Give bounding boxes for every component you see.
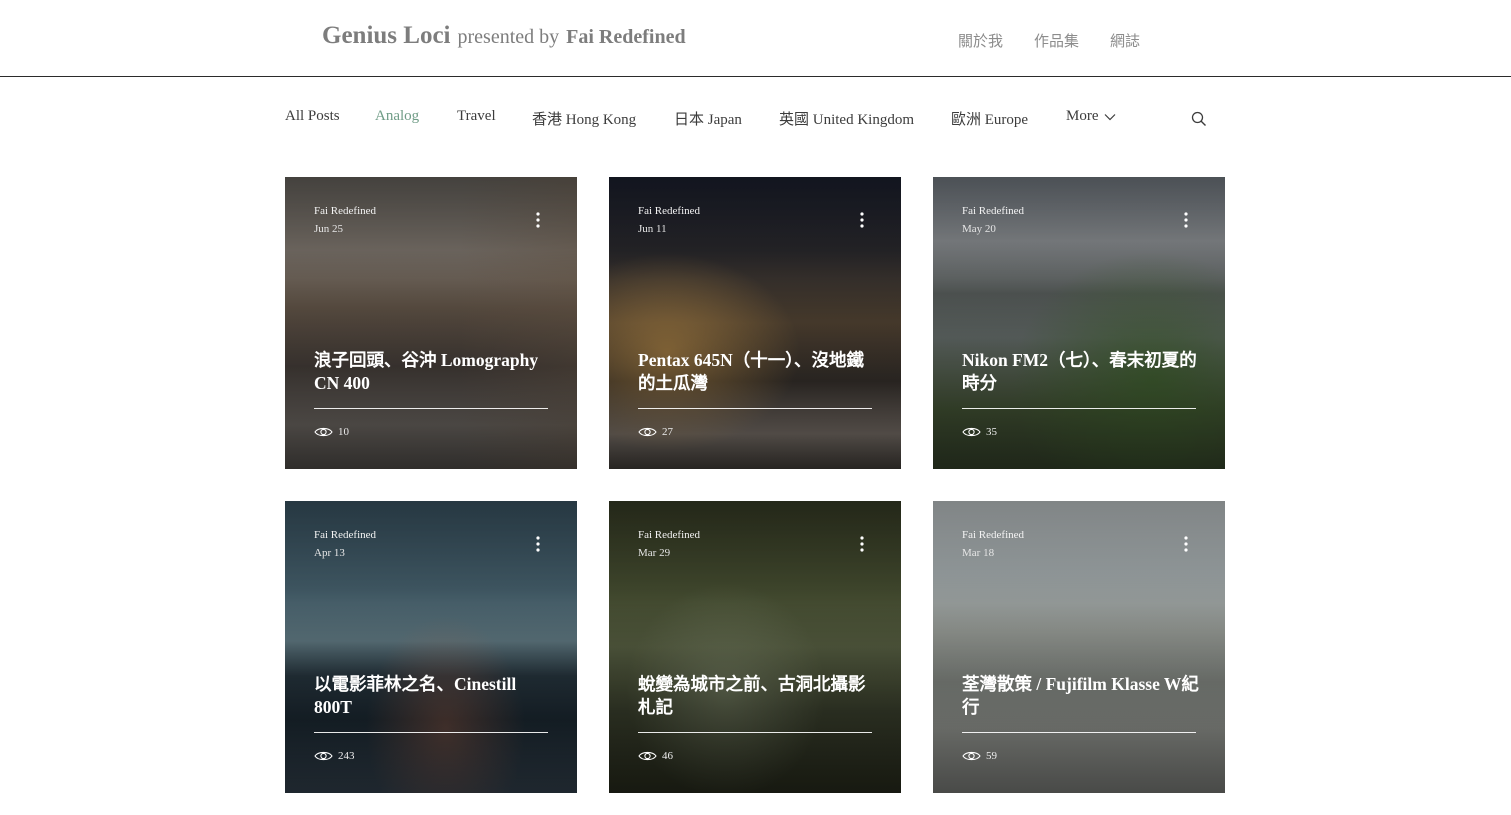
divider [314, 732, 548, 733]
post-title[interactable]: 以電影菲林之名、Cinestill 800T [314, 673, 554, 719]
category-hong-kong[interactable]: 香港 Hong Kong [532, 108, 636, 129]
more-vertical-icon[interactable] [1180, 211, 1192, 229]
divider [638, 732, 872, 733]
post-grid: Fai Redefined Jun 25 浪子回頭、谷沖 Lomography … [285, 177, 1225, 793]
more-vertical-icon[interactable] [532, 211, 544, 229]
post-views: 35 [962, 426, 997, 438]
eye-icon [314, 751, 333, 761]
nav-portfolio[interactable]: 作品集 [1034, 30, 1079, 51]
view-count: 35 [986, 426, 997, 438]
more-vertical-icon[interactable] [856, 535, 868, 553]
post-author[interactable]: Fai Redefined [314, 205, 376, 217]
post-title[interactable]: Pentax 645N（十一）、沒地鐵的土瓜灣 [638, 349, 878, 395]
category-all-posts[interactable]: All Posts [285, 108, 340, 125]
search-icon[interactable] [1191, 111, 1207, 127]
post-author[interactable]: Fai Redefined [638, 529, 700, 541]
post-title[interactable]: 蛻變為城市之前、古洞北攝影札記 [638, 673, 878, 719]
eye-icon [638, 751, 657, 761]
chevron-down-icon [1104, 113, 1115, 120]
presented-by-text: presented by [457, 26, 560, 48]
post-card[interactable]: Fai Redefined Mar 18 荃灣散策 / Fujifilm Kla… [933, 501, 1225, 793]
post-date: Apr 13 [314, 547, 345, 559]
post-views: 59 [962, 750, 997, 762]
post-views: 27 [638, 426, 673, 438]
post-card[interactable]: Fai Redefined Mar 29 蛻變為城市之前、古洞北攝影札記 46 [609, 501, 901, 793]
divider [638, 408, 872, 409]
post-author[interactable]: Fai Redefined [962, 205, 1024, 217]
view-count: 59 [986, 750, 997, 762]
more-label: More [1066, 108, 1099, 124]
post-card[interactable]: Fai Redefined Apr 13 以電影菲林之名、Cinestill 8… [285, 501, 577, 793]
main-nav: 關於我 作品集 網誌 [958, 30, 1140, 51]
divider [962, 408, 1196, 409]
category-menu: All Posts Analog Travel 香港 Hong Kong 日本 … [285, 108, 1225, 130]
post-date: Jun 25 [314, 223, 344, 235]
post-date: Jun 11 [638, 223, 667, 235]
category-travel[interactable]: Travel [457, 108, 496, 125]
view-count: 10 [338, 426, 349, 438]
nav-blog[interactable]: 網誌 [1110, 30, 1140, 51]
category-analog[interactable]: Analog [375, 108, 419, 125]
post-title[interactable]: 荃灣散策 / Fujifilm Klasse W紀行 [962, 673, 1202, 719]
post-date: May 20 [962, 223, 996, 235]
view-count: 243 [338, 750, 355, 762]
post-card[interactable]: Fai Redefined May 20 Nikon FM2（七）、春末初夏的時… [933, 177, 1225, 469]
divider [962, 732, 1196, 733]
divider [314, 408, 548, 409]
more-vertical-icon[interactable] [532, 535, 544, 553]
category-united-kingdom[interactable]: 英國 United Kingdom [779, 108, 914, 129]
more-vertical-icon[interactable] [1180, 535, 1192, 553]
category-japan[interactable]: 日本 Japan [674, 108, 742, 129]
category-europe[interactable]: 歐洲 Europe [951, 108, 1028, 129]
view-count: 46 [662, 750, 673, 762]
site-header: Genius Loci presented by Fai Redefined 關… [0, 0, 1511, 77]
post-author[interactable]: Fai Redefined [314, 529, 376, 541]
view-count: 27 [662, 426, 673, 438]
post-author[interactable]: Fai Redefined [638, 205, 700, 217]
nav-about[interactable]: 關於我 [958, 30, 1003, 51]
eye-icon [638, 427, 657, 437]
eye-icon [314, 427, 333, 437]
eye-icon [962, 427, 981, 437]
eye-icon [962, 751, 981, 761]
post-date: Mar 29 [638, 547, 671, 559]
site-title[interactable]: Genius Loci presented by Fai Redefined [322, 22, 686, 50]
post-card[interactable]: Fai Redefined Jun 11 Pentax 645N（十一）、沒地鐵… [609, 177, 901, 469]
post-views: 10 [314, 426, 349, 438]
post-date: Mar 18 [962, 547, 995, 559]
more-vertical-icon[interactable] [856, 211, 868, 229]
post-title[interactable]: 浪子回頭、谷沖 Lomography CN 400 [314, 349, 554, 395]
site-brand[interactable]: Genius Loci [322, 22, 451, 49]
post-author[interactable]: Fai Redefined [962, 529, 1024, 541]
post-views: 46 [638, 750, 673, 762]
more-categories-button[interactable]: More [1066, 108, 1116, 125]
site-author: Fai Redefined [566, 26, 686, 48]
post-views: 243 [314, 750, 355, 762]
post-title[interactable]: Nikon FM2（七）、春末初夏的時分 [962, 349, 1202, 395]
post-card[interactable]: Fai Redefined Jun 25 浪子回頭、谷沖 Lomography … [285, 177, 577, 469]
